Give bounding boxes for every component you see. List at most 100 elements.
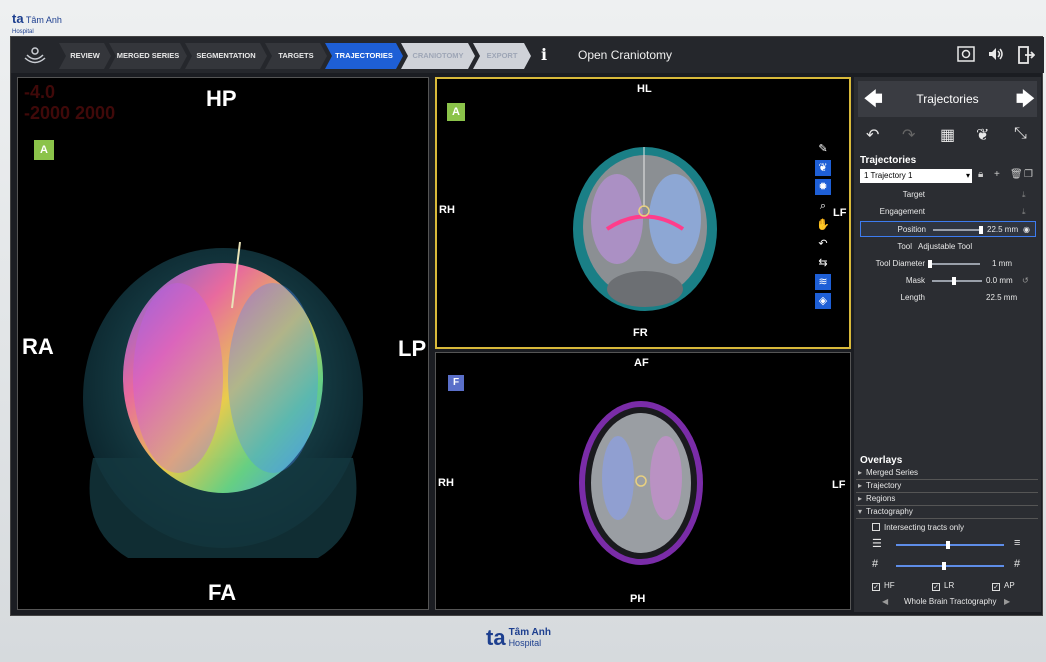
logo-sub: Hospital (508, 638, 542, 648)
thickness-slider-handle[interactable] (942, 562, 946, 570)
step-segmentation[interactable]: SEGMENTATION (185, 43, 267, 69)
checkbox-checked[interactable]: ✓ (992, 583, 1000, 591)
measure-tool-icon[interactable]: ⇆ (815, 255, 831, 271)
thickness-slider[interactable] (896, 562, 1004, 570)
density-slider[interactable] (896, 541, 1004, 549)
step-targets[interactable]: TARGETS (265, 43, 327, 69)
step-craniotomy[interactable]: CRANIOTOMY (401, 43, 475, 69)
checkbox-box[interactable] (872, 523, 880, 531)
overlay-tractography-label: Tractography (866, 507, 913, 516)
next-arrow-icon[interactable]: 🡆 (1016, 87, 1035, 117)
tool-diameter-row[interactable]: Tool Diameter 1 mm (860, 256, 1036, 272)
lock-icon[interactable]: 🔒︎ (978, 169, 983, 180)
lr-checkbox[interactable]: ✓ LR (932, 581, 954, 591)
engagement-row[interactable]: Engagement ⤓ (860, 204, 1036, 220)
brain-tool-icon[interactable]: ❦ (815, 160, 831, 176)
view-axial[interactable]: F AF RH LF PH (435, 352, 851, 610)
brightness-tool-icon[interactable]: ✹ (815, 179, 831, 195)
panel-title: Trajectories (916, 92, 979, 106)
reset-icon[interactable]: ↺ (1022, 276, 1029, 285)
tool-diameter-value: 1 mm (992, 259, 1012, 268)
intersecting-tracts-checkbox[interactable]: Intersecting tracts only (872, 523, 964, 532)
volume-icon[interactable] (987, 46, 1005, 66)
orientation-left: RH (438, 477, 454, 489)
probe-icon[interactable]: ⤡ (1014, 125, 1027, 143)
copy-icon[interactable]: ❐ (1024, 169, 1033, 180)
add-icon[interactable]: + (994, 169, 1000, 180)
length-value: 22.5 mm (986, 293, 1018, 302)
hf-checkbox[interactable]: ✓ HF (872, 581, 895, 591)
hospital-logo-bottom: ta Tâm Anh Hospital (486, 626, 551, 650)
brain-view-icon[interactable]: ❦ (976, 125, 989, 145)
mask-slider-handle[interactable] (952, 277, 956, 285)
layout-grid-icon[interactable]: ▦ (940, 125, 955, 145)
overlay-trajectory-label: Trajectory (866, 481, 902, 490)
length-row: Length 22.5 mm (860, 290, 1036, 306)
tool-row[interactable]: Tool Adjustable Tool (860, 239, 1036, 255)
orientation-right: LP (398, 336, 427, 361)
engagement-set-icon[interactable]: ⤓ (1022, 207, 1026, 217)
app-logo-icon[interactable] (23, 43, 47, 67)
screenshot-icon[interactable] (957, 46, 975, 66)
target-label: Target (902, 190, 925, 199)
info-icon[interactable]: i (541, 45, 547, 64)
step-review[interactable]: REVIEW (59, 43, 111, 69)
logo-sub: Hospital (12, 29, 34, 35)
cube-tool-icon[interactable]: ◈ (815, 293, 831, 309)
pan-tool-icon[interactable]: ✋ (815, 217, 831, 233)
diameter-slider-handle[interactable] (928, 260, 932, 268)
tractography-preset: Whole Brain Tractography (904, 597, 997, 606)
undo-tool-icon[interactable]: ↶ (815, 236, 831, 252)
tool-value: Adjustable Tool (918, 242, 973, 251)
top-bar: REVIEW MERGED SERIES SEGMENTATION TARGET… (11, 37, 1044, 73)
grid-icon: # (872, 558, 879, 570)
redo-icon[interactable]: ↷ (902, 125, 915, 145)
overlay-regions[interactable]: ▸ Regions (856, 494, 1038, 506)
view-badge: A (34, 140, 54, 160)
ap-checkbox[interactable]: ✓ AP (992, 581, 1015, 591)
delete-icon[interactable]: 🗑︎ (1010, 169, 1023, 180)
view-toolbar: ✎ ❦ ✹ ⌕ ✋ ↶ ⇆ ≋ ◈ (815, 141, 835, 312)
checkbox-checked[interactable]: ✓ (872, 583, 880, 591)
view-3d[interactable]: -4.0 -2000 2000 A HP RA LP FA (17, 77, 429, 610)
target-icon[interactable]: ◉ (1023, 225, 1030, 234)
panel-toolbar: ↶ ↷ ▦ ❦ ⤡ (858, 121, 1037, 151)
overlay-trajectory[interactable]: ▸ Trajectory (856, 481, 1038, 493)
position-slider-handle[interactable] (979, 226, 983, 234)
trajectory-select[interactable]: 1 Trajectory 1 ▾ (860, 169, 972, 183)
position-slider[interactable] (933, 226, 983, 234)
pen-tool-icon[interactable]: ✎ (815, 141, 831, 157)
mask-slider[interactable] (932, 277, 982, 285)
checkbox-checked[interactable]: ✓ (932, 583, 940, 591)
step-merged-series[interactable]: MERGED SERIES (109, 43, 187, 69)
target-set-icon[interactable]: ⤓ (1022, 190, 1026, 200)
mask-row[interactable]: Mask 0.0 mm ↺ (860, 273, 1036, 289)
chevron-right-icon: ▸ (858, 481, 863, 490)
orientation-left: RH (439, 204, 455, 216)
target-row[interactable]: Target ⤓ (860, 187, 1036, 203)
layers-tool-icon[interactable]: ≋ (815, 274, 831, 290)
preset-next-icon[interactable]: ▶ (1004, 597, 1010, 606)
mask-value: 0.0 mm (986, 276, 1013, 285)
trajectories-section-title: Trajectories (860, 155, 917, 166)
view-badge: A (447, 103, 465, 121)
position-row[interactable]: Position 22.5 mm ◉ (860, 221, 1036, 237)
zoom-tool-icon[interactable]: ⌕ (815, 198, 831, 214)
density-slider-handle[interactable] (946, 541, 950, 549)
intersecting-tracts-label: Intersecting tracts only (884, 523, 965, 532)
step-export[interactable]: EXPORT (473, 43, 531, 69)
step-trajectories[interactable]: TRAJECTORIES (325, 43, 403, 69)
view-coronal[interactable]: A HL RH LF FR ✎ ❦ ✹ ⌕ ✋ ↶ ⇆ ≋ ◈ (435, 77, 851, 349)
overlay-tractography[interactable]: ▾ Tractography (856, 507, 1038, 519)
undo-icon[interactable]: ↶ (866, 125, 879, 145)
orientation-top: HL (637, 83, 652, 95)
overlay-merged-series[interactable]: ▸ Merged Series (856, 468, 1038, 480)
logo-mark: ta (12, 11, 24, 26)
preset-prev-icon[interactable]: ◀ (882, 597, 888, 606)
orientation-right: LF (832, 479, 846, 491)
mask-label: Mask (905, 276, 925, 285)
tool-diameter-label: Tool Diameter (875, 259, 925, 268)
diameter-slider[interactable] (928, 260, 980, 268)
exit-icon[interactable] (1017, 46, 1036, 68)
logo-mark: ta (486, 625, 506, 650)
